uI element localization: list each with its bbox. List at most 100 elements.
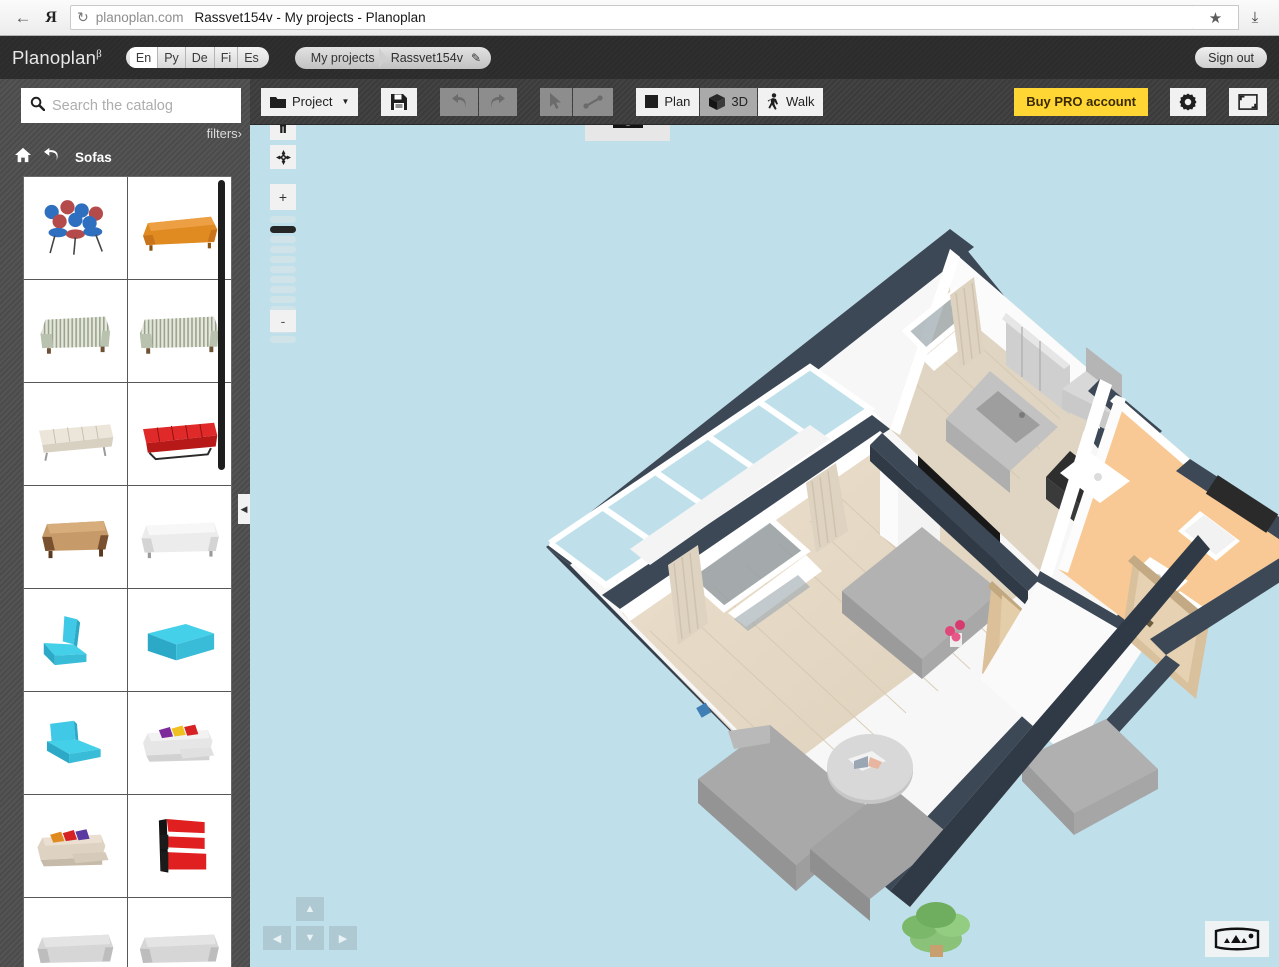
catalog-item-grey-sofa-b[interactable] [128,898,231,967]
dpad-right-button[interactable]: ▶ [329,926,357,950]
fullscreen-button[interactable] [1229,87,1267,116]
address-bar[interactable]: ↻ planoplan.com Rassvet154v - My project… [70,5,1194,30]
home-icon[interactable] [14,147,32,168]
zoom-segment[interactable] [270,296,296,303]
recenter-button[interactable] [270,145,296,169]
zoom-out-button[interactable]: - [270,310,296,332]
search-input[interactable] [52,97,232,114]
catalog-item-striped-sofa[interactable] [128,280,231,382]
save-button[interactable] [381,87,418,116]
sign-out-button[interactable]: Sign out [1195,47,1267,68]
mode-plan-button[interactable]: Plan [636,87,700,116]
catalog-item-wooden-frame-settee[interactable] [24,486,127,588]
yandex-logo-icon[interactable]: Я [38,5,64,31]
undo-icon [452,93,467,108]
catalog-item-grey-sofa-a[interactable] [24,898,127,967]
catalog-scrollbar-thumb[interactable] [218,180,225,470]
zoom-segment[interactable] [270,276,296,283]
lang-en[interactable]: En [129,47,159,68]
url-domain: planoplan.com [95,10,184,25]
search-box[interactable] [21,88,241,123]
gear-icon [1179,92,1197,111]
sidebar-collapse-button[interactable]: ◀ [238,494,250,524]
main-area: filters› Sofas [0,79,1279,967]
mode-plan-label: Plan [664,94,691,109]
catalog-item-red-black-high-back-sofa[interactable] [128,795,231,897]
catalog-item-striped-loveseat[interactable] [24,280,127,382]
lang-es[interactable]: Es [238,47,265,68]
catalog-scroll-area[interactable] [23,176,232,967]
mode-walk-label: Walk [786,94,815,109]
lang-fi[interactable]: Fi [215,47,239,68]
zoom-segment-active[interactable] [270,226,296,233]
undo-button[interactable] [440,87,479,116]
breadcrumb: My projects Rassvet154v ✎ [294,46,492,69]
mode-3d-button[interactable]: 3D [700,87,758,116]
project-menu-button[interactable]: Project ▼ [261,87,359,116]
panorama-button[interactable] [1205,921,1269,957]
scene-viewport[interactable]: + - - + [250,79,1279,967]
download-icon[interactable]: ⤓ [1239,9,1271,26]
language-switcher[interactable]: En Ру De Fi Es [125,47,269,68]
catalog-item-blue-corner-module[interactable] [24,589,127,691]
walking-person-icon [767,93,779,110]
beta-marker: β [96,47,102,60]
apartment-3d-scene[interactable] [250,79,1279,967]
catalog-item-multicolor-ball-sofa[interactable] [24,177,127,279]
breadcrumb-project-name[interactable]: Rassvet154v [391,51,463,65]
catalog-item-white-sectional-with-pillows[interactable] [128,692,231,794]
lang-de[interactable]: De [186,47,215,68]
app-logo[interactable]: Planoplanβ [12,47,102,69]
zoom-segment[interactable] [270,266,296,273]
panorama-icon [1214,927,1260,951]
breadcrumb-my-projects[interactable]: My projects [311,51,389,65]
zoom-in-button[interactable]: + [270,184,296,210]
browser-toolbar: ← Я ↻ planoplan.com Rassvet154v - My pro… [0,0,1279,36]
catalog-item-beige-sectional-with-pillows[interactable] [24,795,127,897]
floppy-disk-icon [391,93,408,110]
chevron-down-icon: ▼ [341,97,350,106]
zoom-segment[interactable] [270,246,296,253]
cube-icon [709,93,726,110]
catalog-item-beige-clicclac-sofa[interactable] [24,383,127,485]
catalog-sidebar: filters› Sofas [0,79,250,967]
settings-button[interactable] [1170,87,1206,116]
back-arrow-icon[interactable] [43,147,61,168]
catalog-grid [23,176,232,967]
catalog-item-blue-ottoman[interactable] [128,589,231,691]
buy-pro-button[interactable]: Buy PRO account [1014,87,1148,116]
app-logo-text: Planoplan [12,46,97,68]
catalog-item-orange-sofa[interactable] [128,177,231,279]
folder-icon [270,97,286,108]
search-icon [30,96,46,115]
zoom-segment[interactable] [270,286,296,293]
search-row [0,79,250,123]
bookmark-button[interactable]: ★ [1193,5,1239,30]
measure-tool-button[interactable] [573,87,614,116]
catalog-item-white-sofa[interactable] [128,486,231,588]
catalog-item-red-clicclac-sofa[interactable] [128,383,231,485]
catalog-breadcrumb: Sofas [0,143,250,176]
zoom-segment[interactable] [270,336,296,343]
browser-back-icon[interactable]: ← [8,5,38,31]
mode-walk-button[interactable]: Walk [758,87,824,116]
redo-icon [491,93,506,108]
catalog-item-blue-armless-chair[interactable] [24,692,127,794]
navigation-dpad[interactable]: ▲ ◀ ▼ ▶ [262,897,362,957]
zoom-segment[interactable] [270,236,296,243]
dpad-down-button[interactable]: ▼ [296,926,324,950]
reload-icon[interactable]: ↻ [77,9,89,26]
zoom-segment[interactable] [270,256,296,263]
filters-row: filters› [0,123,250,143]
select-tool-button[interactable] [540,87,573,116]
zoom-segment[interactable] [270,216,296,223]
dpad-up-button[interactable]: ▲ [296,897,324,921]
lang-ru[interactable]: Ру [158,47,186,68]
dpad-left-button[interactable]: ◀ [263,926,291,950]
edit-pencil-icon[interactable]: ✎ [471,51,481,65]
redo-button[interactable] [479,87,518,116]
fullscreen-icon [1238,93,1258,110]
mode-3d-label: 3D [731,94,749,109]
star-icon: ★ [1208,9,1223,27]
filters-link[interactable]: filters› [207,126,242,141]
